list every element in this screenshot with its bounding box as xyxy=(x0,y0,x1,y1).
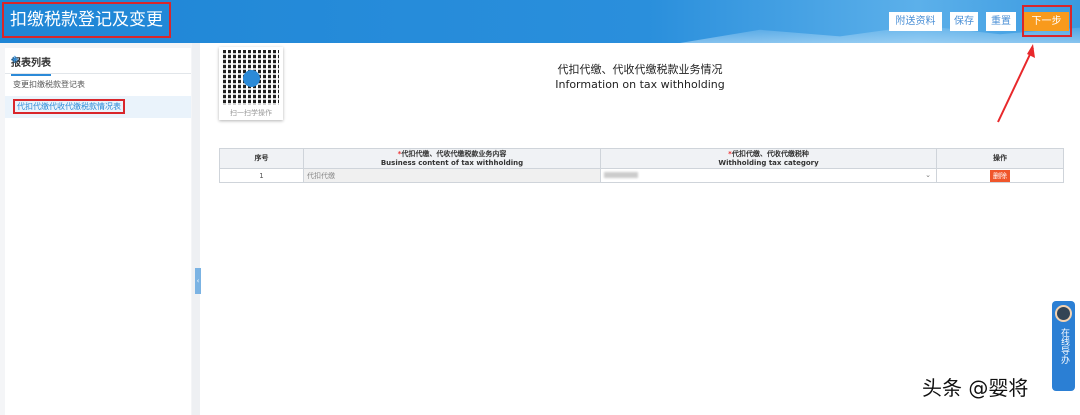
section-title-en: Information on tax withholding xyxy=(555,78,725,91)
row-action: 删除 xyxy=(936,168,1064,183)
col-content: *代扣代缴、代收代缴税款业务内容 Business content of tax … xyxy=(303,148,601,169)
agent-avatar-icon xyxy=(1055,305,1072,322)
reset-button[interactable]: 重置 xyxy=(986,12,1016,31)
sidebar-item-withholding-report[interactable]: 代扣代缴代收代缴税款情况表 xyxy=(5,96,191,118)
online-help-button[interactable]: 在线导办 xyxy=(1052,301,1075,391)
qr-code: 扫一扫学操作 xyxy=(219,47,283,120)
collapse-sidebar-handle[interactable]: ‹ xyxy=(195,268,201,294)
highlight-box xyxy=(1022,5,1072,37)
header-decoration xyxy=(680,25,1080,43)
section-title: 代扣代缴、代收代缴税款业务情况 Information on tax withh… xyxy=(440,62,840,92)
qr-image xyxy=(223,50,279,105)
splitter[interactable] xyxy=(192,43,200,415)
online-help-label: 在线导办 xyxy=(1059,328,1069,364)
col-category: *代扣代缴、代收代缴税种 Withholding tax category xyxy=(600,148,937,169)
content-input[interactable]: 代扣代缴 xyxy=(303,168,601,183)
layers-icon[interactable]: ◈ xyxy=(11,54,185,70)
watermark: 头条 @婴将 xyxy=(922,376,1029,400)
tax-category-select[interactable]: ⌄ xyxy=(600,168,937,183)
withholding-table: 序号 *代扣代缴、代收代缴税款业务内容 Business content of t… xyxy=(219,148,1064,183)
col-action: 操作 xyxy=(936,148,1064,169)
sidebar-item-label: 代扣代缴代收代缴税款情况表 xyxy=(13,99,125,114)
report-list-panel: 报表列表 ◈ 变更扣缴税款登记表 代扣代缴代收代缴税款情况表 xyxy=(5,48,191,415)
col-no: 序号 xyxy=(219,148,304,169)
save-button[interactable]: 保存 xyxy=(950,12,978,31)
sidebar: 报表列表 ◈ 变更扣缴税款登记表 代扣代缴代收代缴税款情况表 xyxy=(0,43,192,415)
qr-caption: 扫一扫学操作 xyxy=(230,109,272,117)
chevron-down-icon: ⌄ xyxy=(925,171,931,179)
row-no: 1 xyxy=(219,168,304,183)
red-arrow-annotation xyxy=(997,44,1035,123)
delete-button[interactable]: 删除 xyxy=(990,169,1010,182)
page-title: 扣缴税款登记及变更 xyxy=(2,2,171,38)
table-row: 1 代扣代缴 ⌄ 删除 xyxy=(219,168,1064,183)
header: 扣缴税款登记及变更 附送资料 保存 重置 下一步 xyxy=(0,0,1080,43)
section-title-cn: 代扣代缴、代收代缴税款业务情况 xyxy=(557,63,723,76)
attach-materials-button[interactable]: 附送资料 xyxy=(889,12,942,31)
sidebar-item-change-registration[interactable]: 变更扣缴税款登记表 xyxy=(5,74,191,96)
